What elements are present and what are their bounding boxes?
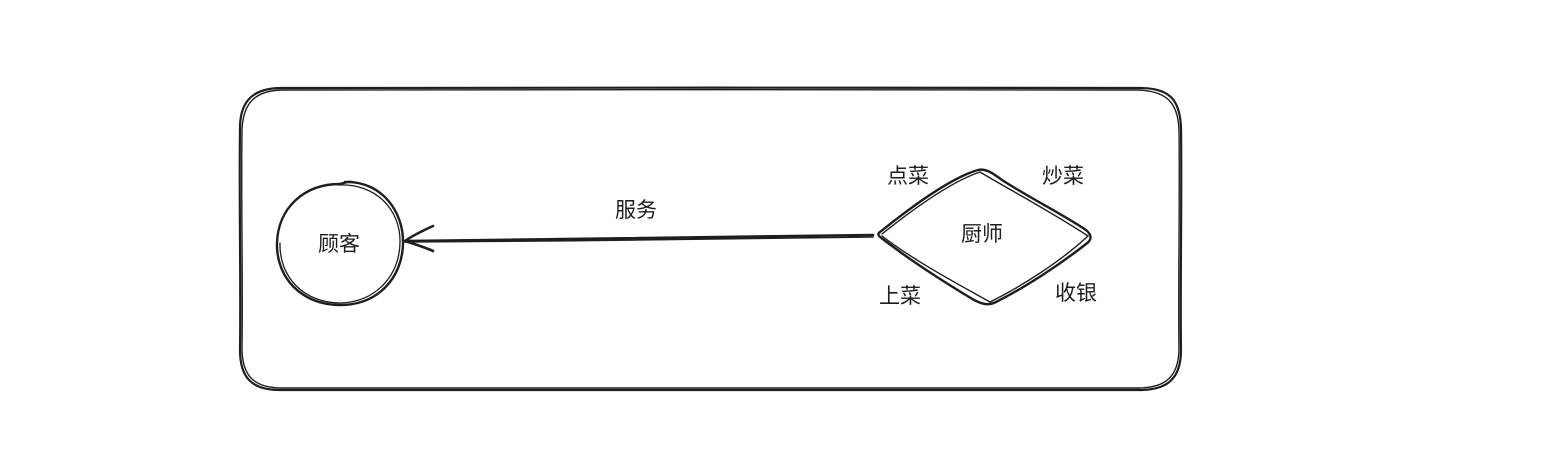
service-arrow	[403, 224, 875, 253]
customer-label: 顾客	[318, 232, 360, 256]
chef-label: 厨师	[961, 222, 1003, 246]
diagram-canvas	[238, 86, 1183, 392]
order-label: 点菜	[887, 164, 929, 188]
serve-label: 上菜	[879, 284, 921, 308]
service-label: 服务	[615, 198, 657, 222]
cook-label: 炒菜	[1042, 164, 1084, 188]
checkout-label: 收银	[1055, 281, 1097, 305]
